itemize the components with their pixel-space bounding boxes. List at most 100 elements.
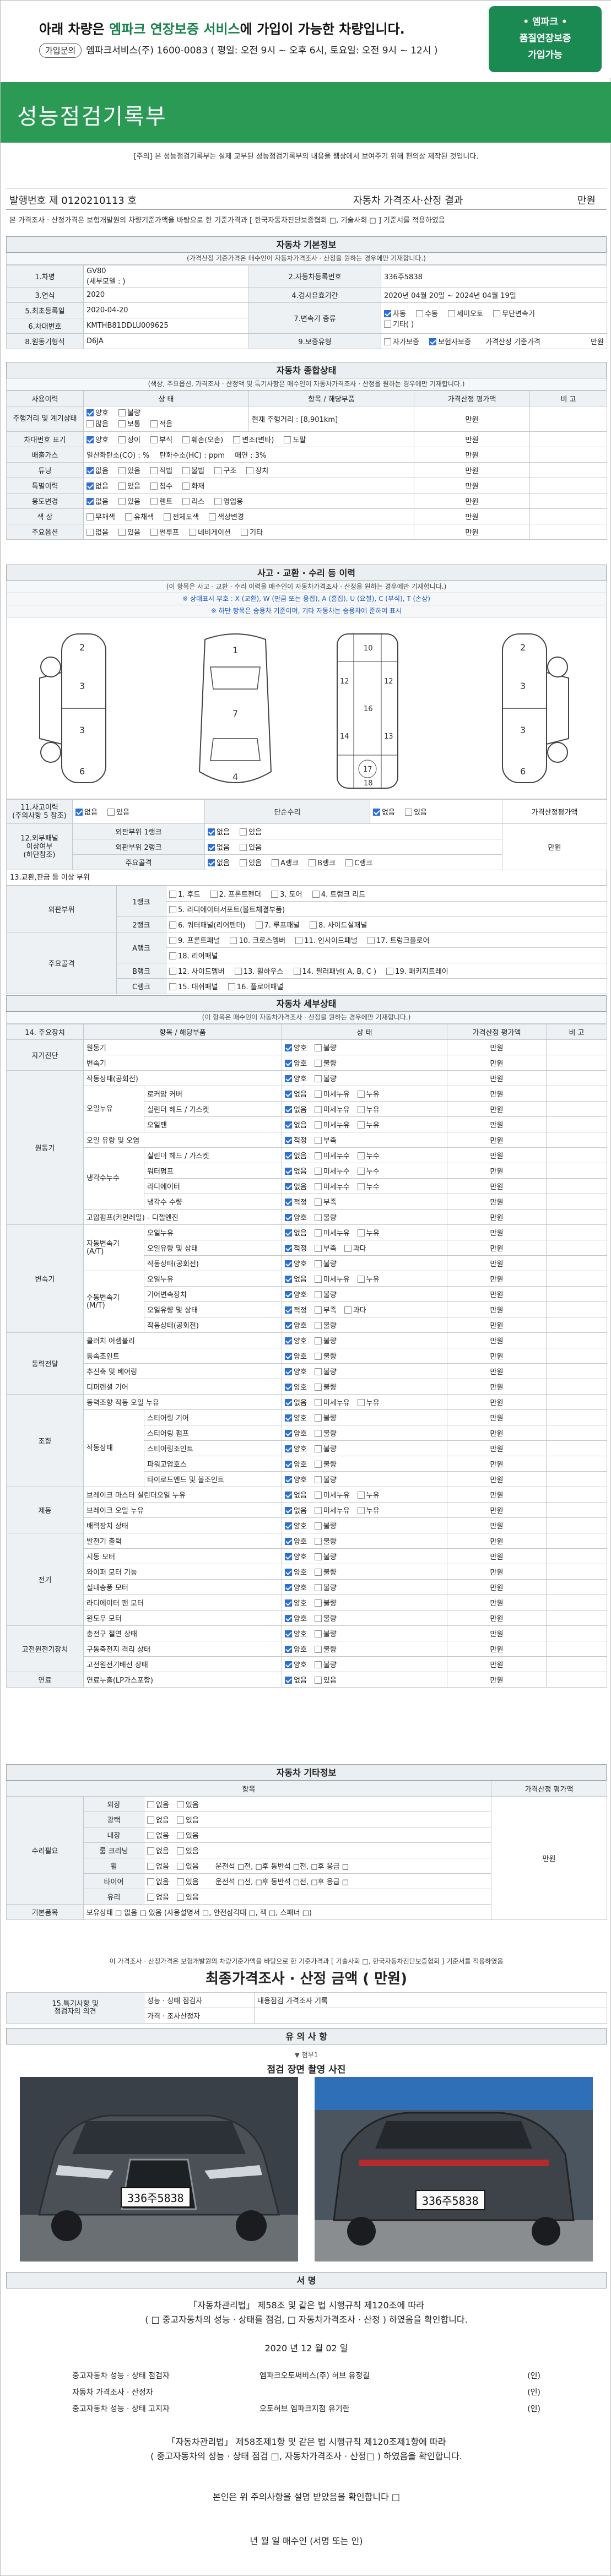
status-option[interactable]: 없음 xyxy=(285,1168,307,1176)
checkbox-normal[interactable]: 보통 xyxy=(118,420,140,429)
status-option[interactable]: 없음 xyxy=(285,1276,307,1284)
checkbox-device[interactable]: 장치 xyxy=(246,467,268,475)
status-option[interactable]: 양호 xyxy=(285,1291,307,1299)
status-option[interactable]: 누유 xyxy=(357,1121,380,1130)
status-option[interactable]: 누수 xyxy=(357,1152,380,1160)
status-option[interactable]: 불량 xyxy=(314,1461,337,1469)
checkbox-exists[interactable]: 있음 xyxy=(240,859,262,867)
status-option[interactable]: 미세누유 xyxy=(314,1091,350,1099)
status-option[interactable]: 없음 xyxy=(147,1894,169,1902)
status-option[interactable]: 양호 xyxy=(285,1353,307,1361)
status-option[interactable]: 적정 xyxy=(285,1306,307,1315)
checkbox-good[interactable]: 양호 xyxy=(86,409,109,417)
status-option[interactable]: 양호 xyxy=(285,1630,307,1639)
checkbox-exists[interactable]: 있음 xyxy=(118,529,140,537)
part-item[interactable]: 5. 라디에이터서포트(볼트체결부품) xyxy=(169,906,285,914)
status-option[interactable]: 불량 xyxy=(314,1384,337,1392)
status-option[interactable]: 과다 xyxy=(344,1306,366,1315)
status-option[interactable]: 미세누수 xyxy=(314,1152,350,1160)
status-option[interactable]: 없음 xyxy=(285,1121,307,1130)
status-option[interactable]: 불량 xyxy=(314,1214,337,1222)
status-option[interactable]: 있음 xyxy=(176,1816,199,1825)
status-option[interactable]: 없음 xyxy=(285,1106,307,1114)
part-item[interactable]: 16. 플로어패널 xyxy=(228,983,283,991)
status-option[interactable]: 과다 xyxy=(344,1245,366,1253)
status-option[interactable]: 없음 xyxy=(285,1507,307,1515)
status-option[interactable]: 양호 xyxy=(285,1060,307,1068)
part-item[interactable]: 19. 패키지트레이 xyxy=(386,968,448,976)
status-option[interactable]: 불량 xyxy=(314,1476,337,1484)
part-item[interactable]: 17. 트렁크플로어 xyxy=(367,937,430,945)
status-option[interactable]: 미세누유 xyxy=(314,1399,350,1407)
checkbox-sunroof[interactable]: 썬루프 xyxy=(150,529,179,537)
status-option[interactable]: 양호 xyxy=(285,1615,307,1623)
status-option[interactable]: 누수 xyxy=(357,1183,380,1191)
status-option[interactable]: 누수 xyxy=(357,1168,380,1176)
checkbox-flood[interactable]: 침수 xyxy=(150,482,172,491)
status-option[interactable]: 불량 xyxy=(314,1599,337,1608)
status-option[interactable]: 불량 xyxy=(314,1630,337,1639)
checkbox-full-paint[interactable]: 전체도색 xyxy=(164,513,199,522)
status-option[interactable]: 양호 xyxy=(285,1368,307,1376)
status-option[interactable]: 부족 xyxy=(314,1306,337,1315)
status-option[interactable]: 있음 xyxy=(314,1677,337,1685)
checkbox-insurer-warranty[interactable]: 보험사보증 xyxy=(429,338,471,346)
status-option[interactable]: 누유 xyxy=(357,1399,380,1407)
checkbox-corrosion[interactable]: 부식 xyxy=(150,436,172,444)
status-option[interactable]: 적정 xyxy=(285,1245,307,1253)
checkbox-structure[interactable]: 구조 xyxy=(214,467,236,475)
status-option[interactable]: 양호 xyxy=(285,1337,307,1346)
status-option[interactable]: 불량 xyxy=(314,1553,337,1561)
status-option[interactable]: 불량 xyxy=(314,1615,337,1623)
status-option[interactable]: 불량 xyxy=(314,1646,337,1654)
checkbox-none[interactable]: 없음 xyxy=(373,809,395,817)
part-item[interactable]: 7. 루프패널 xyxy=(255,921,300,930)
status-option[interactable]: 불량 xyxy=(314,1569,337,1577)
status-option[interactable]: 불량 xyxy=(314,1522,337,1531)
checkbox-many[interactable]: 많음 xyxy=(86,420,109,429)
status-option[interactable]: 불량 xyxy=(314,1368,337,1376)
status-option[interactable]: 없음 xyxy=(147,1801,169,1809)
checkbox-bad[interactable]: 불량 xyxy=(118,409,140,417)
part-item[interactable]: 12. 사이드멤버 xyxy=(169,968,225,976)
status-option[interactable]: 불량 xyxy=(314,1060,337,1068)
checkbox-exists[interactable]: 있음 xyxy=(240,844,262,852)
status-option[interactable]: 있음 xyxy=(176,1863,199,1871)
status-option[interactable]: 불량 xyxy=(314,1075,337,1083)
checkbox-exists[interactable]: 있음 xyxy=(118,482,140,491)
checkbox-rent[interactable]: 렌트 xyxy=(150,498,172,506)
checkbox-auto[interactable]: 자동 xyxy=(384,310,406,318)
checkbox-a-rank[interactable]: A랭크 xyxy=(272,859,299,867)
part-item[interactable]: 4. 트렁크 리드 xyxy=(312,891,365,899)
status-option[interactable]: 양호 xyxy=(285,1476,307,1484)
status-option[interactable]: 없음 xyxy=(285,1677,307,1685)
status-option[interactable]: 불량 xyxy=(314,1337,337,1346)
status-option[interactable]: 누유 xyxy=(357,1492,380,1500)
checkbox-cvt[interactable]: 무단변속기 xyxy=(493,310,535,318)
status-option[interactable]: 미세누유 xyxy=(314,1121,350,1130)
checkbox-exists[interactable]: 있음 xyxy=(240,828,262,837)
part-item[interactable]: 14. 필러패널( A, B, C ) xyxy=(293,968,376,976)
checkbox-exists[interactable]: 있음 xyxy=(118,467,140,475)
checkbox-few[interactable]: 적음 xyxy=(150,420,172,429)
status-option[interactable]: 불량 xyxy=(314,1353,337,1361)
status-option[interactable]: 미세누수 xyxy=(314,1168,350,1176)
status-option[interactable]: 미세누유 xyxy=(314,1507,350,1515)
status-option[interactable]: 불량 xyxy=(314,1044,337,1053)
status-option[interactable]: 누유 xyxy=(357,1091,380,1099)
status-option[interactable]: 부족 xyxy=(314,1245,337,1253)
status-option[interactable]: 미세누유 xyxy=(314,1229,350,1238)
status-option[interactable]: 미세누유 xyxy=(314,1492,350,1500)
part-item[interactable]: 8. 사이드실패널 xyxy=(310,921,367,930)
status-option[interactable]: 불량 xyxy=(314,1584,337,1592)
status-option[interactable]: 양호 xyxy=(285,1461,307,1469)
checkbox-semi[interactable]: 세미오토 xyxy=(448,310,483,318)
status-option[interactable]: 불량 xyxy=(314,1445,337,1454)
status-option[interactable]: 없음 xyxy=(285,1399,307,1407)
status-option[interactable]: 없음 xyxy=(147,1832,169,1840)
checkbox-lease[interactable]: 리스 xyxy=(182,498,204,506)
status-option[interactable]: 양호 xyxy=(285,1522,307,1531)
status-option[interactable]: 없음 xyxy=(147,1847,169,1856)
status-option[interactable]: 없음 xyxy=(147,1863,169,1871)
status-option[interactable]: 누유 xyxy=(357,1276,380,1284)
